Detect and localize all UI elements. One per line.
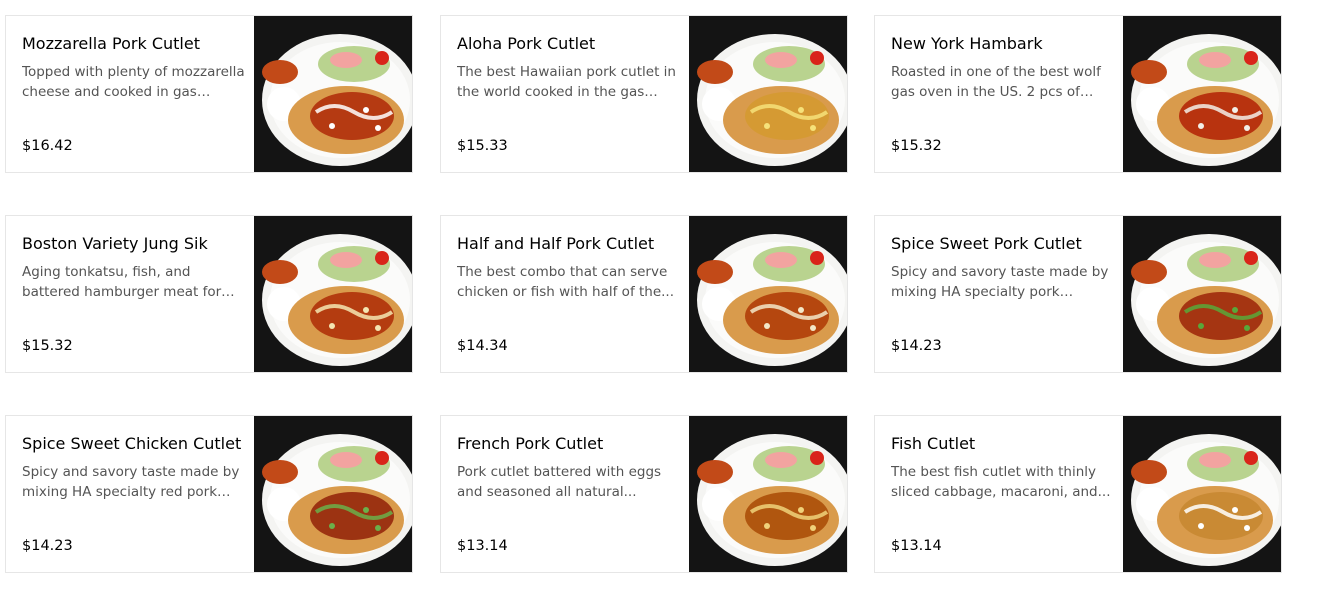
menu-item-name: Half and Half Pork Cutlet (457, 234, 655, 253)
menu-item-price: $15.33 (457, 138, 508, 154)
menu-item-card[interactable]: Spice Sweet Chicken Cutlet Spicy and savo… (5, 415, 413, 573)
menu-item-card[interactable]: Boston Variety Jung Sik Aging tonkatsu, f… (5, 215, 413, 373)
menu-item-description: Pork cutlet battered with eggs and seaso… (457, 464, 662, 500)
menu-item-text: Spice Sweet Pork Cutlet Spicy and savory … (891, 216, 1111, 372)
menu-item-text: Half and Half Pork Cutlet The best combo … (457, 216, 677, 372)
menu-item-description: The best fish cutlet with thinly sliced … (891, 464, 1111, 500)
hambark-photo[interactable] (1123, 16, 1281, 172)
menu-item-name: Spice Sweet Pork Cutlet (891, 234, 1082, 253)
menu-item-text: Fish Cutlet The best fish cutlet with thi… (891, 416, 1111, 572)
menu-item-name: Spice Sweet Chicken Cutlet (22, 434, 242, 453)
menu-item-name: Boston Variety Jung Sik (22, 234, 208, 253)
menu-item-price: $13.14 (891, 538, 942, 554)
menu-item-name: French Pork Cutlet (457, 434, 604, 453)
fish-cutlet-photo[interactable] (1123, 416, 1281, 572)
menu-item-description: Spicy and savory taste made by mixing HA… (891, 264, 1109, 300)
menu-item-card[interactable]: Spice Sweet Pork Cutlet Spicy and savory … (874, 215, 1282, 373)
menu-item-text: New York Hambark Roasted in one of the be… (891, 16, 1111, 172)
menu-item-price: $14.34 (457, 338, 508, 354)
menu-item-text: Aloha Pork Cutlet The best Hawaiian pork … (457, 16, 677, 172)
menu-item-text: Mozzarella Pork Cutlet Topped with plenty… (22, 16, 245, 172)
menu-item-description: Topped with plenty of mozzarella cheese … (22, 64, 245, 100)
menu-item-description: Spicy and savory taste made by mixing HA… (22, 464, 240, 500)
menu-item-name: Aloha Pork Cutlet (457, 34, 596, 53)
menu-item-card[interactable]: Aloha Pork Cutlet The best Hawaiian pork … (440, 15, 848, 173)
menu-item-card[interactable]: French Pork Cutlet Pork cutlet battered w… (440, 415, 848, 573)
french-pork-cutlet-photo[interactable] (689, 416, 847, 572)
menu-item-card[interactable]: New York Hambark Roasted in one of the be… (874, 15, 1282, 173)
menu-item-description: Aging tonkatsu, fish, and battered hambu… (22, 264, 222, 300)
menu-item-card[interactable]: Mozzarella Pork Cutlet Topped with plenty… (5, 15, 413, 173)
menu-item-text: Spice Sweet Chicken Cutlet Spicy and savo… (22, 416, 242, 572)
menu-item-price: $15.32 (891, 138, 942, 154)
menu-item-card[interactable]: Half and Half Pork Cutlet The best combo … (440, 215, 848, 373)
menu-item-name: New York Hambark (891, 34, 1043, 53)
menu-item-description: Roasted in one of the best wolf gas oven… (891, 64, 1101, 100)
menu-item-price: $14.23 (891, 338, 942, 354)
menu-item-price: $14.23 (22, 538, 73, 554)
menu-item-text: Boston Variety Jung Sik Aging tonkatsu, f… (22, 216, 242, 372)
menu-item-text: French Pork Cutlet Pork cutlet battered w… (457, 416, 677, 572)
menu-item-price: $15.32 (22, 338, 73, 354)
menu-item-name: Fish Cutlet (891, 434, 976, 453)
menu-item-price: $13.14 (457, 538, 508, 554)
pork-cutlet-mozzarella-photo[interactable] (254, 16, 412, 172)
menu-item-description: The best Hawaiian pork cutlet in the wor… (457, 64, 676, 100)
menu-item-card[interactable]: Fish Cutlet The best fish cutlet with thi… (874, 415, 1282, 573)
variety-combo-photo[interactable] (254, 216, 412, 372)
menu-item-price: $16.42 (22, 138, 73, 154)
spice-sweet-chicken-photo[interactable] (254, 416, 412, 572)
spice-sweet-pork-photo[interactable] (1123, 216, 1281, 372)
aloha-pork-cutlet-photo[interactable] (689, 16, 847, 172)
menu-item-name: Mozzarella Pork Cutlet (22, 34, 200, 53)
menu-item-description: The best combo that can serve chicken or… (457, 264, 675, 300)
half-and-half-photo[interactable] (689, 216, 847, 372)
